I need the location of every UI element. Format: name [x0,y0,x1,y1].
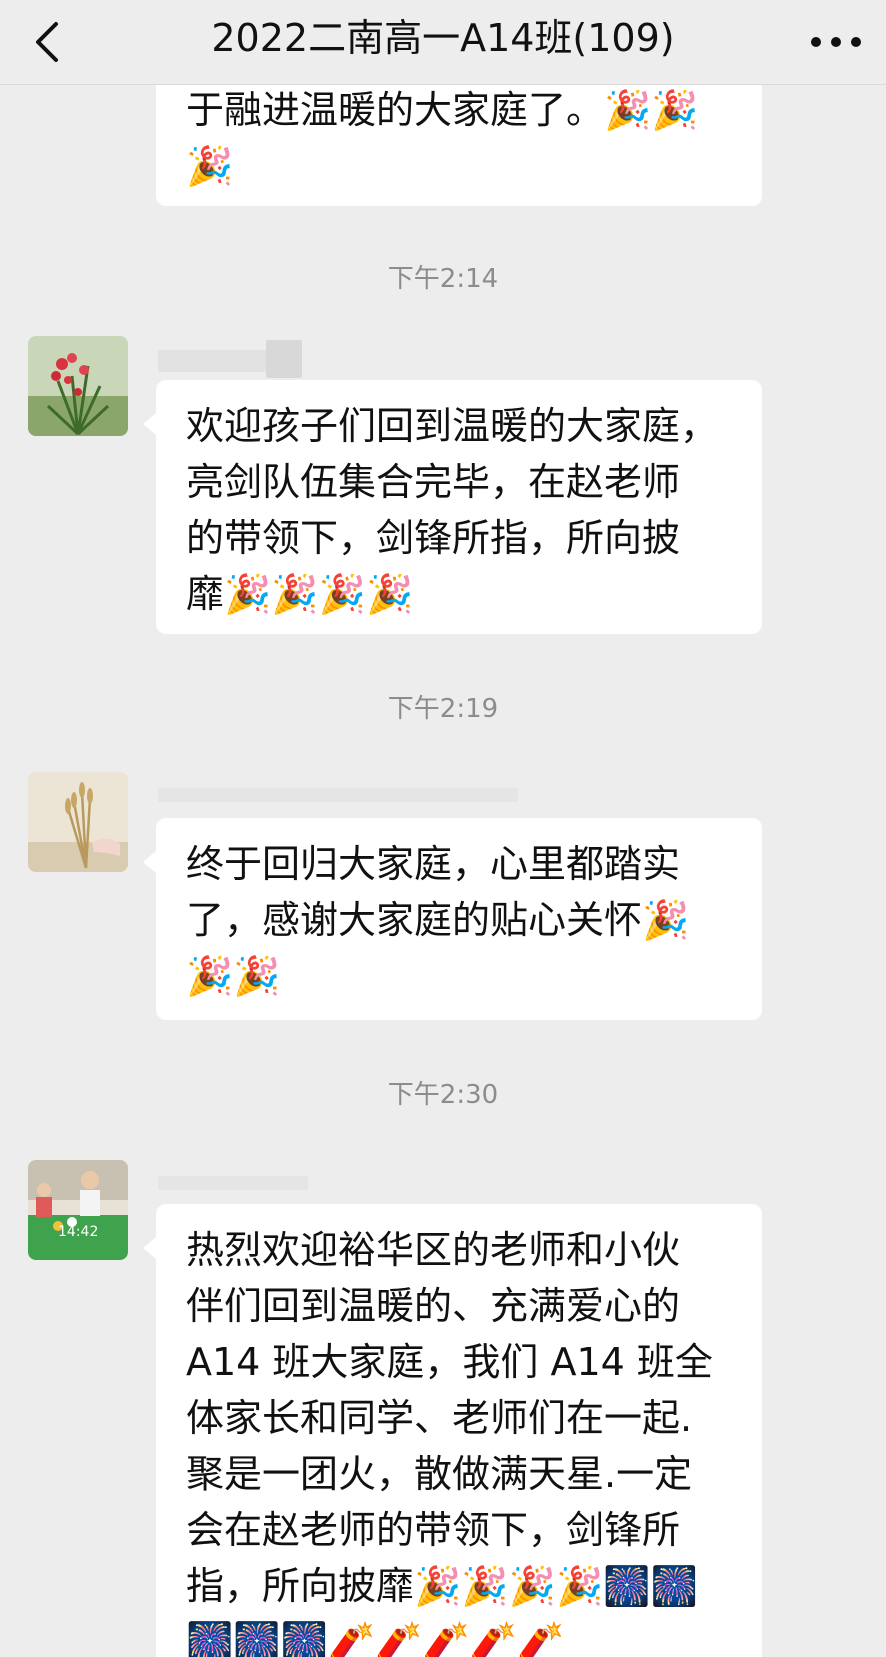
message-line: A14 班大家庭，我们 A14 班全 [186,1340,713,1384]
sender-name-redacted [158,1176,308,1190]
message-line: 终于回归大家庭，心里都踏实 [186,842,681,886]
message-bubble[interactable]: 热烈欢迎裕华区的老师和小伙 伴们回到温暖的、充满爱心的 A14 班大家庭，我们 … [143,1204,762,1657]
back-button[interactable] [22,14,78,70]
message-line: 体家长和同学、老师们在一起. [186,1396,693,1440]
message-line: 了，感谢大家庭的贴心关怀🎉 [186,898,690,942]
chat-header: 2022二南高一A14班(109) [0,0,886,85]
kids-avatar[interactable]: 14:42 [28,1160,128,1260]
message-bubble[interactable]: 欢迎孩子们回到温暖的大家庭， 亮剑队伍集合完毕，在赵老师 的带领下，剑锋所指，所… [143,380,762,634]
message-line: 聚是一团火，散做满天星.一定 [186,1452,693,1496]
sender-name-redacted [266,340,302,378]
message-line: 亮剑队伍集合完毕，在赵老师 [186,460,681,504]
message-line: 欢迎孩子们回到温暖的大家庭， [186,404,719,448]
message-line: 🎉 [186,144,234,188]
message-timestamp: 下午2:30 [387,1080,499,1110]
message-line: 🎆🎆🎆🧨🧨🧨🧨🧨 [186,1620,565,1657]
message-timestamp: 下午2:14 [387,264,499,294]
message-line: 会在赵老师的带领下，剑锋所 [186,1508,681,1552]
flower-avatar[interactable] [28,336,128,436]
more-button[interactable] [804,18,868,66]
message-timestamp: 下午2:19 [387,694,499,724]
message-line: 🎉🎉 [186,954,281,998]
chat-screen: 2022二南高一A14班(109) 于融进温暖的大家庭了。🎉🎉 🎉 下午2:14 [0,0,886,1657]
sender-name-redacted [158,350,278,372]
message-line: 指，所向披靡🎉🎉🎉🎉🎆🎆 [186,1564,698,1608]
sender-name-redacted [158,788,518,802]
message-line: 热烈欢迎裕华区的老师和小伙 [186,1228,681,1272]
message-line: 伴们回到温暖的、充满爱心的 [186,1284,681,1328]
chat-title: 2022二南高一A14班(109) [211,16,675,60]
message-line: 的带领下，剑锋所指，所向披 [186,516,681,560]
more-dots-icon [811,37,861,47]
message-line: 靡🎉🎉🎉🎉 [186,572,414,616]
wheat-avatar[interactable] [28,772,128,872]
chevron-left-icon [36,22,58,62]
message-line: 于融进温暖的大家庭了。🎉🎉 [186,88,699,132]
avatar-time-overlay: 14:42 [58,1224,99,1240]
message-bubble[interactable]: 终于回归大家庭，心里都踏实 了，感谢大家庭的贴心关怀🎉 🎉🎉 [143,818,762,1020]
